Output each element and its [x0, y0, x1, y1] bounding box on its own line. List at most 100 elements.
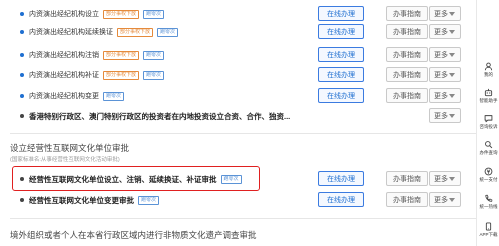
online-handle-button[interactable]: 在线办理 — [318, 67, 364, 82]
group-title[interactable]: 设立经营性互联网文化单位审批 — [10, 142, 129, 154]
search-doc-icon — [484, 140, 493, 149]
robot-icon — [484, 88, 493, 97]
service-tag: 跑零次 — [143, 70, 165, 80]
service-title[interactable]: 内资演出经纪机构变更 — [29, 91, 99, 101]
sidebar-label: 智能助手 — [479, 98, 498, 103]
section-divider — [10, 218, 476, 219]
chevron-down-icon — [449, 94, 455, 98]
more-label: 更多 — [434, 71, 448, 79]
sidebar-label: 统一热线 — [479, 204, 498, 209]
service-tag: 部分事权下放 — [103, 50, 140, 60]
service-row: 经营性互联网文化单位变更审批 跑零次 — [20, 190, 160, 210]
online-handle-button[interactable]: 在线办理 — [318, 88, 364, 103]
service-tag: 跑零次 — [143, 9, 165, 19]
service-tag: 跑零次 — [220, 174, 242, 184]
sidebar-item-app[interactable]: APP下载 — [477, 222, 499, 238]
online-handle-button[interactable]: 在线办理 — [318, 24, 364, 39]
more-dropdown[interactable]: 更多 — [429, 192, 461, 207]
bullet — [20, 177, 24, 181]
sidebar-item-pay[interactable]: 统一支付 — [477, 167, 499, 183]
service-tag: 跑零次 — [143, 50, 165, 60]
more-dropdown[interactable]: 更多 — [429, 6, 461, 21]
sidebar-item-assistant[interactable]: 智能助手 — [477, 88, 499, 104]
online-handle-button[interactable]: 在线办理 — [318, 192, 364, 207]
service-row: 经营性互联网文化单位设立、注销、延续换证、补证审批 跑零次 — [20, 169, 242, 189]
service-tag: 部分事权下放 — [117, 27, 154, 37]
chevron-down-icon — [449, 12, 455, 16]
service-row: 内资演出经纪机构变更 跑零次 — [20, 86, 125, 106]
chat-icon — [484, 114, 493, 123]
group-subtitle: (国家标准名:从事经营性互联网文化活动审批) — [10, 157, 120, 163]
sidebar-label: APP下载 — [479, 232, 498, 237]
bullet — [20, 12, 24, 16]
service-title[interactable]: 经营性互联网文化单位设立、注销、延续换证、补证审批 — [29, 174, 217, 185]
more-dropdown[interactable]: 更多 — [429, 24, 461, 39]
service-title[interactable]: 内资演出经纪机构补证 — [29, 70, 99, 80]
right-toolbar: 我的 智能助手 咨询投诉 办件查询 统一支付 统一热线 APP下载 — [476, 0, 499, 246]
service-tag: 跑零次 — [138, 195, 160, 205]
service-tag: 跑零次 — [103, 91, 125, 101]
service-row: 内资演出经纪机构设立 部分事权下放 跑零次 — [20, 4, 165, 24]
service-title[interactable]: 经营性互联网文化单位变更审批 — [29, 195, 134, 206]
sidebar-label: 统一支付 — [479, 177, 498, 182]
chevron-down-icon — [449, 177, 455, 181]
chevron-down-icon — [449, 30, 455, 34]
guide-button[interactable]: 办事指南 — [386, 88, 428, 103]
bullet — [20, 114, 24, 118]
service-row: 内资演出经纪机构注销 部分事权下放 跑零次 — [20, 45, 165, 65]
more-label: 更多 — [434, 196, 448, 204]
service-row: 香港特别行政区、澳门特别行政区的投资者在内地投资设立合资、合作、独资... — [20, 106, 290, 126]
phone-icon — [484, 194, 493, 203]
service-list-panel: 内资演出经纪机构设立 部分事权下放 跑零次 在线办理 办事指南 更多 内资演出经… — [0, 0, 476, 246]
guide-button[interactable]: 办事指南 — [386, 6, 428, 21]
sidebar-item-hotline[interactable]: 统一热线 — [477, 194, 499, 210]
user-icon — [484, 62, 493, 71]
more-dropdown[interactable]: 更多 — [429, 47, 461, 62]
bullet — [20, 53, 24, 57]
chevron-down-icon — [449, 53, 455, 57]
guide-button[interactable]: 办事指南 — [386, 24, 428, 39]
more-dropdown[interactable]: 更多 — [429, 171, 461, 186]
sidebar-label: 咨询投诉 — [479, 124, 498, 129]
pay-icon — [484, 167, 493, 176]
more-label: 更多 — [434, 92, 448, 100]
more-dropdown[interactable]: 更多 — [429, 108, 461, 123]
service-tag: 部分事权下放 — [103, 70, 140, 80]
app-icon — [484, 222, 493, 231]
bullet — [20, 30, 24, 34]
service-tag: 跑零次 — [157, 27, 179, 37]
online-handle-button[interactable]: 在线办理 — [318, 6, 364, 21]
sidebar-item-query[interactable]: 办件查询 — [477, 140, 499, 156]
service-title[interactable]: 内资演出经纪机构延续换证 — [29, 27, 113, 37]
more-dropdown[interactable]: 更多 — [429, 88, 461, 103]
guide-button[interactable]: 办事指南 — [386, 192, 428, 207]
sidebar-item-consult[interactable]: 咨询投诉 — [477, 114, 499, 130]
bullet — [20, 73, 24, 77]
more-dropdown[interactable]: 更多 — [429, 67, 461, 82]
section-divider — [10, 133, 476, 134]
group-title[interactable]: 境外组织或者个人在本省行政区域内进行非物质文化遗产调查审批 — [10, 229, 257, 241]
service-tag: 部分事权下放 — [103, 9, 140, 19]
service-row: 内资演出经纪机构补证 部分事权下放 跑零次 — [20, 65, 165, 85]
guide-button[interactable]: 办事指南 — [386, 47, 428, 62]
more-label: 更多 — [434, 51, 448, 59]
service-row: 内资演出经纪机构延续换证 部分事权下放 跑零次 — [20, 22, 179, 42]
chevron-down-icon — [449, 114, 455, 118]
chevron-down-icon — [449, 73, 455, 77]
guide-button[interactable]: 办事指南 — [386, 67, 428, 82]
more-label: 更多 — [434, 175, 448, 183]
chevron-down-icon — [449, 198, 455, 202]
guide-button[interactable]: 办事指南 — [386, 171, 428, 186]
more-label: 更多 — [434, 10, 448, 18]
service-title[interactable]: 内资演出经纪机构设立 — [29, 9, 99, 19]
service-title[interactable]: 香港特别行政区、澳门特别行政区的投资者在内地投资设立合资、合作、独资... — [29, 111, 290, 122]
online-handle-button[interactable]: 在线办理 — [318, 47, 364, 62]
sidebar-item-mine[interactable]: 我的 — [477, 62, 499, 78]
online-handle-button[interactable]: 在线办理 — [318, 171, 364, 186]
more-label: 更多 — [434, 112, 448, 120]
sidebar-label: 办件查询 — [479, 150, 498, 155]
more-label: 更多 — [434, 28, 448, 36]
service-title[interactable]: 内资演出经纪机构注销 — [29, 50, 99, 60]
sidebar-label: 我的 — [484, 72, 493, 77]
bullet — [20, 94, 24, 98]
